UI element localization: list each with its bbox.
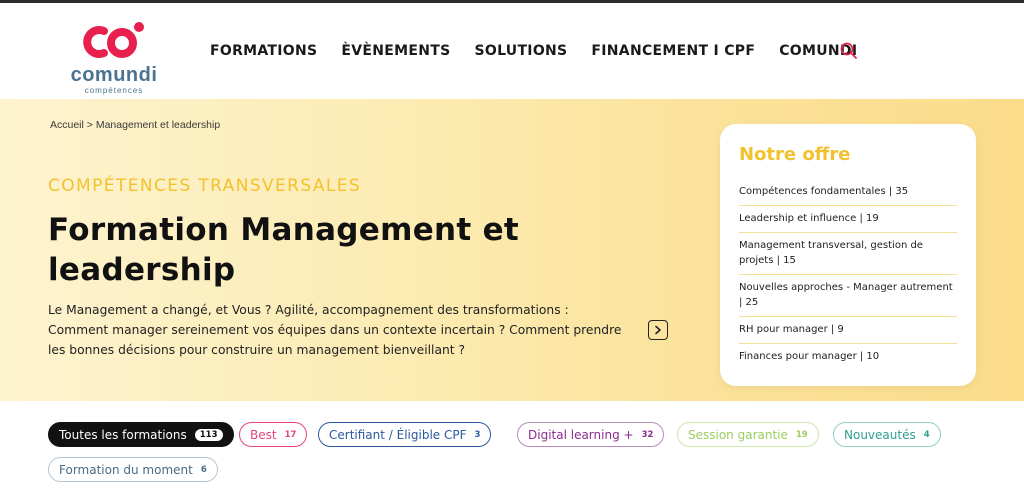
filter-all-trainings[interactable]: Toutes les formations 113	[48, 422, 234, 447]
nav-item-formations[interactable]: FORMATIONS	[210, 43, 317, 59]
offer-item-nouvelles-approches[interactable]: Nouvelles approches - Manager autrement …	[739, 275, 957, 317]
filter-label: Session garantie	[688, 427, 788, 442]
offer-item-rh-pour-manager[interactable]: RH pour manager | 9	[739, 317, 957, 344]
offer-panel: Notre offre Compétences fondamentales | …	[720, 124, 976, 386]
filter-nouveautes[interactable]: Nouveautés 4	[833, 422, 941, 447]
offer-item-competences-fondamentales[interactable]: Compétences fondamentales | 35	[739, 179, 957, 206]
filter-count: 4	[923, 429, 930, 440]
comundi-logo[interactable]: comundi compétences	[66, 19, 161, 95]
filter-count: 32	[641, 429, 654, 440]
breadcrumb-current: Management et leadership	[95, 119, 221, 131]
filter-count: 6	[200, 464, 207, 475]
logo-tagline: compétences	[84, 86, 144, 95]
read-more-button[interactable]	[648, 320, 668, 340]
page-title: Formation Management et leadership	[48, 212, 520, 288]
nav-item-financement-cpf[interactable]: FINANCEMENT I CPF	[591, 43, 755, 59]
filter-label: Formation du moment	[59, 462, 193, 477]
breadcrumb-home[interactable]: Accueil	[50, 119, 84, 131]
category-eyebrow: COMPÉTENCES TRANSVERSALES	[48, 176, 362, 196]
filter-label: Toutes les formations	[59, 427, 187, 442]
filter-digital-learning[interactable]: Digital learning + 32	[517, 422, 665, 447]
chevron-right-icon	[655, 325, 661, 335]
breadcrumb-separator: >	[86, 119, 93, 131]
filter-certifiant-cpf[interactable]: Certifiant / Éligible CPF 3	[318, 422, 492, 447]
filter-label: Certifiant / Éligible CPF	[329, 427, 467, 442]
filter-count: 3	[474, 429, 481, 440]
filter-formation-du-moment[interactable]: Formation du moment 6	[48, 457, 218, 482]
site-header: comundi compétences FORMATIONS ÈVÈNEMENT…	[0, 3, 1024, 99]
hero-banner: Accueil > Management et leadership COMPÉ…	[0, 99, 1024, 401]
offer-list: Compétences fondamentales | 35 Leadershi…	[739, 179, 957, 370]
filter-best[interactable]: Best 17	[239, 422, 308, 447]
filter-count: 17	[284, 429, 297, 440]
offer-title: Notre offre	[739, 144, 851, 165]
filter-count: 113	[194, 428, 223, 441]
filter-count: 19	[795, 429, 808, 440]
logo-mark-icon	[83, 22, 144, 58]
offer-item-leadership-influence[interactable]: Leadership et influence | 19	[739, 206, 957, 233]
filter-label: Best	[250, 427, 277, 442]
filter-label: Nouveautés	[844, 427, 916, 442]
main-nav: FORMATIONS ÈVÈNEMENTS SOLUTIONS FINANCEM…	[210, 41, 881, 61]
offer-item-management-transversal[interactable]: Management transversal, gestion de proje…	[739, 233, 957, 275]
nav-item-evenements[interactable]: ÈVÈNEMENTS	[341, 43, 450, 59]
logo-wordmark: comundi	[70, 64, 158, 86]
nav-item-solutions[interactable]: SOLUTIONS	[474, 43, 567, 59]
page-description: Le Management a changé, et Vous ? Agilit…	[48, 303, 622, 357]
filter-session-garantie[interactable]: Session garantie 19	[677, 422, 819, 447]
offer-item-finances-pour-manager[interactable]: Finances pour manager | 10	[739, 344, 957, 370]
filter-label: Digital learning +	[528, 427, 634, 442]
search-icon[interactable]	[839, 41, 859, 61]
breadcrumb: Accueil > Management et leadership	[50, 119, 220, 131]
